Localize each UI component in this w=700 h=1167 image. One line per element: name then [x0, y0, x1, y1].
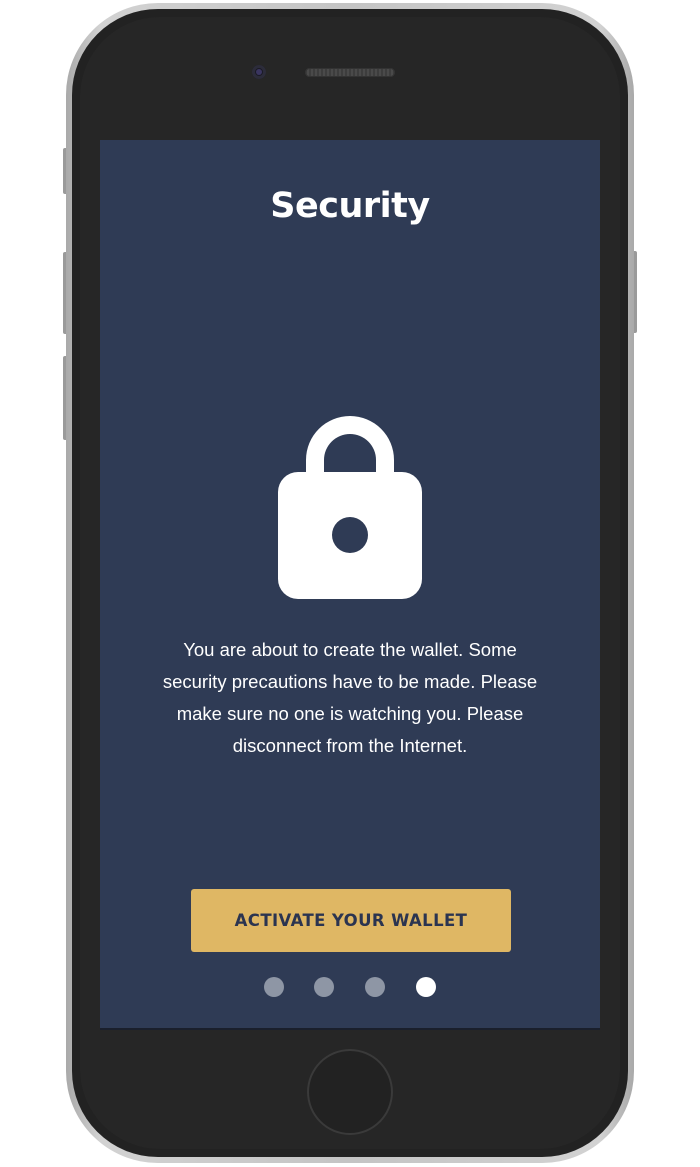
app-screen: Security You are about to create the wal…	[100, 140, 600, 1030]
page-title: Security	[270, 186, 430, 226]
lock-icon	[278, 416, 422, 599]
pagination-dots	[100, 977, 600, 997]
security-message: You are about to create the wallet. Some…	[162, 639, 538, 756]
activate-wallet-button[interactable]: ACTIVATE YOUR WALLET	[191, 889, 511, 952]
page-dot-2[interactable]	[314, 977, 334, 997]
page-dot-3[interactable]	[365, 977, 385, 997]
home-button[interactable]	[307, 1049, 393, 1135]
front-camera-icon	[252, 65, 266, 79]
speaker-grille	[305, 68, 395, 77]
page-dot-1[interactable]	[264, 977, 284, 997]
page-dot-4-active[interactable]	[416, 977, 436, 997]
page: Security You are about to create the wal…	[0, 0, 700, 1167]
